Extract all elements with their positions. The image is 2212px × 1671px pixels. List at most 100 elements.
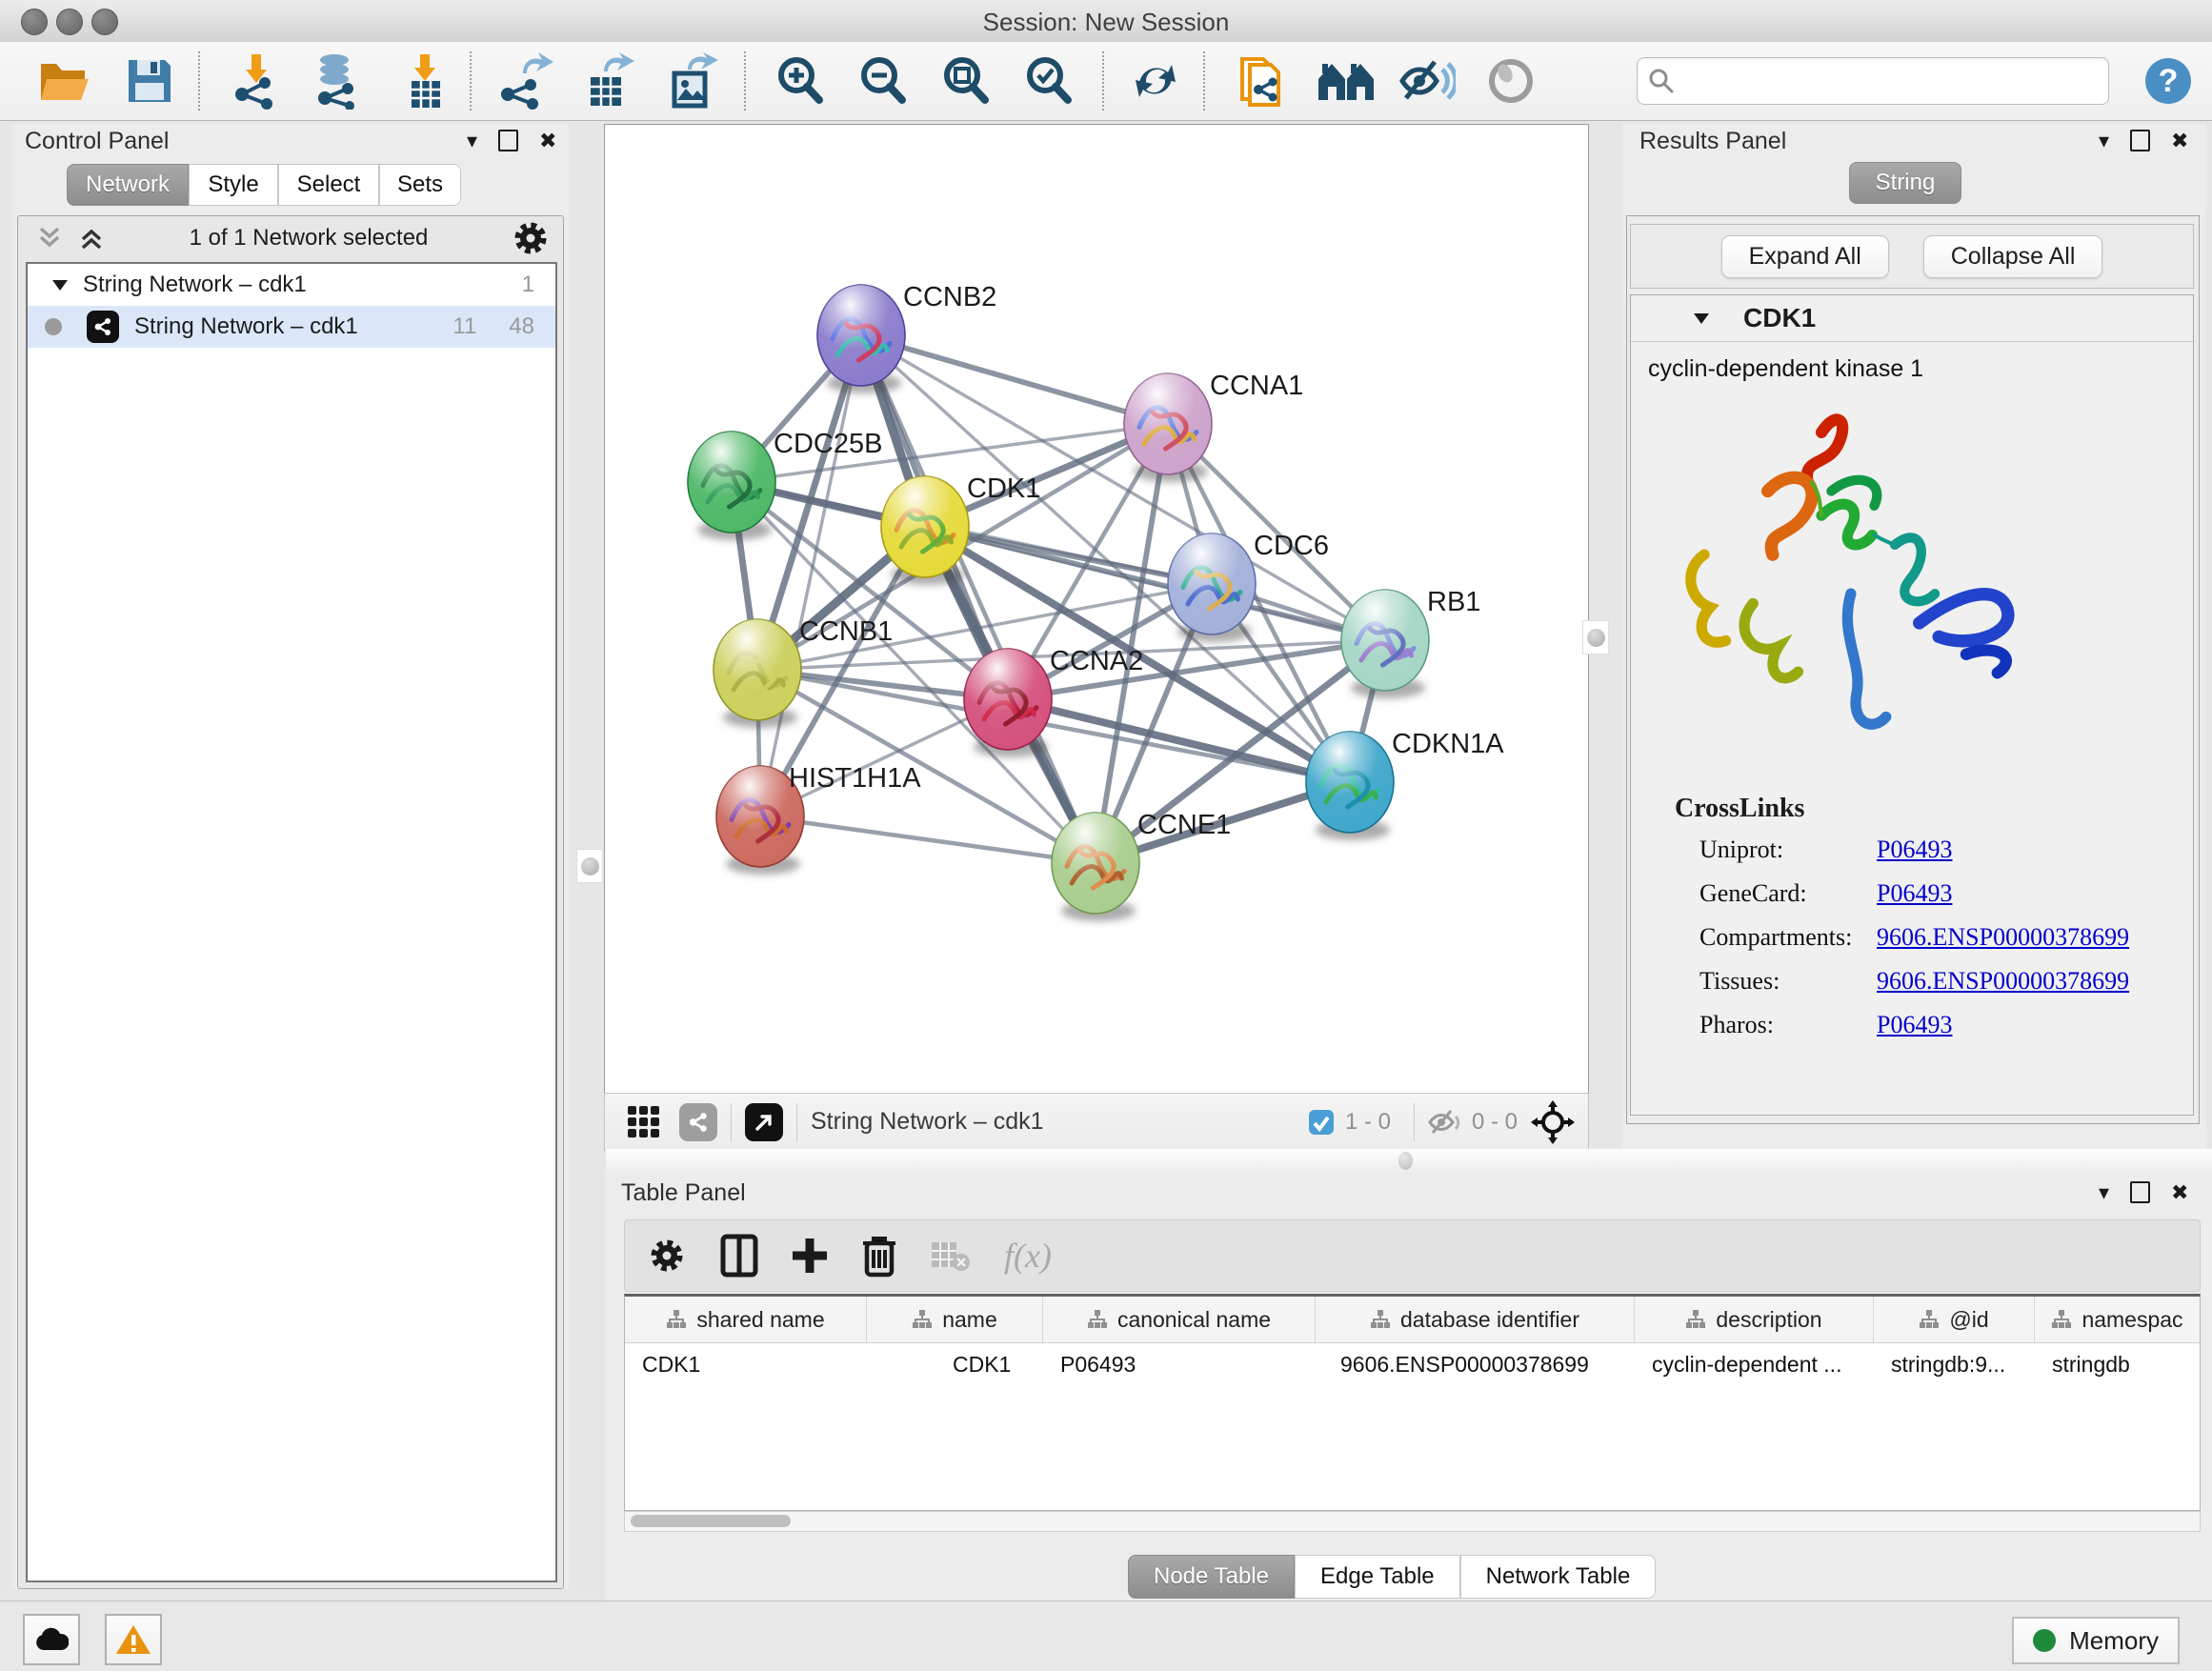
- export-image-icon[interactable]: [660, 53, 721, 109]
- tab-style[interactable]: Style: [189, 164, 278, 206]
- close-panel-icon[interactable]: ✖: [539, 131, 556, 151]
- table-cell[interactable]: 9606.ENSP00000378699: [1316, 1343, 1635, 1385]
- panel-menu-icon[interactable]: ▾: [467, 131, 477, 151]
- save-session-icon[interactable]: [119, 53, 180, 109]
- network-node-rb1[interactable]: [1341, 590, 1429, 691]
- table-cell[interactable]: CDK1: [625, 1343, 867, 1385]
- network-collection-row[interactable]: String Network – cdk1 1: [28, 264, 555, 306]
- warnings-button[interactable]: [105, 1614, 162, 1665]
- section-expander-icon[interactable]: [1692, 311, 1711, 326]
- open-in-browser-icon[interactable]: [745, 1103, 783, 1141]
- birds-eye-view-icon[interactable]: [626, 1104, 662, 1140]
- delete-column-trash-icon[interactable]: [861, 1234, 897, 1278]
- expand-all-button[interactable]: Expand All: [1721, 235, 1889, 278]
- network-node-ccna1[interactable]: [1124, 373, 1212, 474]
- table-cell[interactable]: stringdb: [2035, 1343, 2200, 1385]
- tab-network-table[interactable]: Network Table: [1460, 1555, 1657, 1599]
- fit-content-crosshair-icon[interactable]: [1531, 1100, 1575, 1144]
- column-type-icon: [1370, 1309, 1391, 1330]
- column-header[interactable]: namespac: [2035, 1297, 2200, 1342]
- table-options-gear-icon[interactable]: [646, 1235, 688, 1277]
- column-header[interactable]: description: [1635, 1297, 1874, 1342]
- network-node-cdkn1a[interactable]: [1306, 732, 1394, 833]
- float-panel-icon[interactable]: [2130, 1181, 2150, 1203]
- gear-icon[interactable]: [512, 219, 550, 257]
- close-panel-icon[interactable]: ✖: [2171, 1182, 2188, 1203]
- tab-node-table[interactable]: Node Table: [1128, 1555, 1295, 1599]
- collapse-all-button[interactable]: Collapse All: [1923, 235, 2103, 278]
- graphics-details-icon[interactable]: [1480, 53, 1541, 109]
- crosslink-link[interactable]: P06493: [1877, 1011, 1952, 1039]
- network-node-cdc6[interactable]: [1168, 534, 1256, 634]
- table-row[interactable]: CDK1 CDK1 P06493 9606.ENSP00000378699 cy…: [625, 1343, 2200, 1385]
- table-cell[interactable]: cyclin-dependent ...: [1635, 1343, 1874, 1385]
- network-node-ccne1[interactable]: [1052, 813, 1139, 914]
- float-panel-icon[interactable]: [2130, 130, 2150, 151]
- network-node-cdc25b[interactable]: [688, 432, 775, 533]
- column-header[interactable]: canonical name: [1043, 1297, 1316, 1342]
- show-columns-icon[interactable]: [720, 1234, 758, 1278]
- tab-select[interactable]: Select: [278, 164, 379, 206]
- left-splitter-handle[interactable]: [576, 849, 603, 883]
- zoom-in-icon[interactable]: [770, 53, 831, 109]
- table-cell[interactable]: CDK1: [867, 1343, 1043, 1385]
- search-input[interactable]: [1685, 67, 2108, 95]
- crosslink-link[interactable]: P06493: [1877, 836, 1952, 864]
- selected-checkbox-icon[interactable]: [1307, 1108, 1336, 1137]
- network-node-ccnb2[interactable]: [817, 285, 905, 386]
- collapse-all-icon[interactable]: [35, 225, 64, 252]
- column-header[interactable]: shared name: [625, 1297, 867, 1342]
- column-header[interactable]: name: [867, 1297, 1043, 1342]
- column-type-icon: [1919, 1309, 1940, 1330]
- crosslink-link[interactable]: 9606.ENSP00000378699: [1877, 923, 2129, 952]
- right-splitter-handle[interactable]: [1582, 620, 1609, 654]
- network-edge[interactable]: [760, 335, 861, 816]
- table-cell[interactable]: P06493: [1043, 1343, 1316, 1385]
- create-column-plus-icon[interactable]: [791, 1237, 829, 1275]
- import-network-from-database-icon[interactable]: [308, 53, 369, 109]
- string-homology-icon[interactable]: [1316, 53, 1377, 109]
- apply-layout-icon[interactable]: [1125, 53, 1186, 109]
- close-panel-icon[interactable]: ✖: [2171, 131, 2188, 151]
- panel-menu-icon[interactable]: ▾: [2099, 1182, 2109, 1203]
- network-edge[interactable]: [760, 816, 1096, 863]
- column-header[interactable]: database identifier: [1316, 1297, 1635, 1342]
- help-icon[interactable]: ?: [2138, 53, 2199, 109]
- network-edge[interactable]: [861, 335, 1168, 424]
- crosslink-link[interactable]: 9606.ENSP00000378699: [1877, 967, 2129, 996]
- warning-icon: [115, 1623, 151, 1656]
- table-horizontal-scrollbar[interactable]: [624, 1511, 2201, 1532]
- tab-string[interactable]: String: [1849, 162, 1961, 204]
- crosslink-link[interactable]: P06493: [1877, 879, 1952, 908]
- network-node-ccna2[interactable]: [964, 649, 1052, 750]
- memory-button[interactable]: Memory: [2012, 1617, 2180, 1664]
- zoom-fit-icon[interactable]: [935, 53, 996, 109]
- table-cell[interactable]: stringdb:9...: [1874, 1343, 2035, 1385]
- export-table-icon[interactable]: [576, 53, 637, 109]
- network-view-canvas[interactable]: CCNB2CCNA1CDC25BCDK1CDC6RB1CCNB1CCNA2CDK…: [604, 124, 1589, 1094]
- network-node-ccnb1[interactable]: [714, 619, 801, 720]
- string-style-icon[interactable]: [679, 1103, 717, 1141]
- open-session-icon[interactable]: [34, 53, 95, 109]
- zoom-out-icon[interactable]: [853, 53, 914, 109]
- export-network-icon[interactable]: [494, 53, 555, 109]
- horizontal-splitter[interactable]: [606, 1149, 2212, 1174]
- panel-menu-icon[interactable]: ▾: [2099, 131, 2109, 151]
- tab-network[interactable]: Network: [67, 164, 189, 206]
- scrollbar-thumb[interactable]: [631, 1515, 791, 1527]
- import-network-icon[interactable]: [227, 53, 288, 109]
- zoom-selected-icon[interactable]: [1018, 53, 1079, 109]
- string-import-icon[interactable]: [1232, 53, 1293, 109]
- cloud-button[interactable]: [23, 1614, 80, 1665]
- float-panel-icon[interactable]: [498, 130, 518, 151]
- network-node-cdk1[interactable]: [881, 476, 969, 577]
- tab-edge-table[interactable]: Edge Table: [1295, 1555, 1460, 1599]
- splitter-grip-icon[interactable]: [1398, 1152, 1413, 1170]
- enhanced-labels-hide-icon[interactable]: [1397, 53, 1458, 109]
- column-header[interactable]: @id: [1874, 1297, 2035, 1342]
- collection-expander-icon[interactable]: [50, 277, 70, 292]
- tab-sets[interactable]: Sets: [379, 164, 461, 206]
- expand-all-icon[interactable]: [77, 225, 106, 252]
- import-table-icon[interactable]: [394, 53, 455, 109]
- network-row[interactable]: String Network – cdk1 11 48: [28, 306, 555, 348]
